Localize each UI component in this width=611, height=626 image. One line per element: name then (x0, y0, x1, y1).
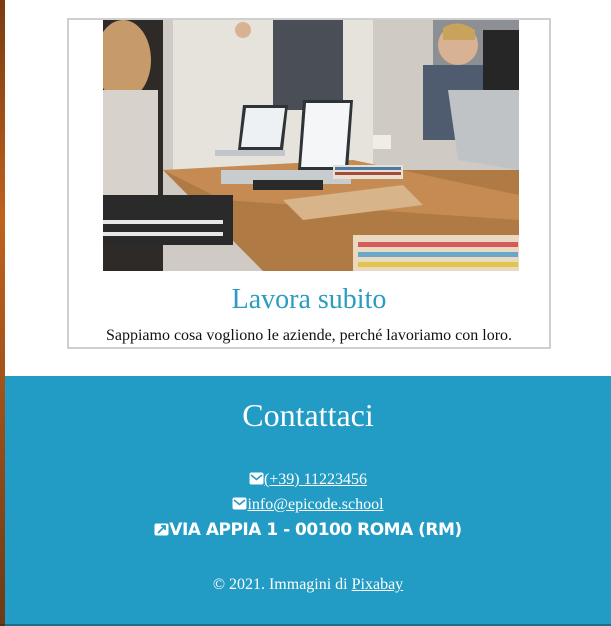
address-text: VIA APPIA 1 - 00100 ROMA (RM) (169, 520, 462, 540)
card-title: Lavora subito (231, 284, 387, 315)
footer-title: Contattaci (242, 397, 374, 433)
card-description: Sappiamo cosa vogliono le aziende, perch… (105, 327, 513, 344)
contact-email-line: info@epicode.school (5, 495, 611, 515)
pixabay-link[interactable]: Pixabay (352, 576, 404, 593)
copyright-prefix: © 2021. Immagini di (212, 576, 352, 593)
feature-card: Lavora subito Sappiamo cosa vogliono le … (67, 18, 551, 349)
contact-address-line: VIA APPIA 1 - 00100 ROMA (RM) (5, 520, 611, 540)
email-link[interactable]: info@epicode.school (247, 496, 383, 513)
contact-phone-line: (+39) 11223456 (5, 470, 611, 490)
copyright-text: © 2021. Immagini di Pixabay (5, 575, 611, 595)
map-marker-icon (154, 521, 169, 536)
contact-footer: Contattaci (+39) 11223456 info@epicode.s… (5, 376, 611, 626)
office-meeting-photo (103, 20, 519, 271)
envelope-icon (249, 471, 264, 485)
envelope-icon (232, 496, 247, 510)
phone-link[interactable]: (+39) 11223456 (264, 471, 367, 488)
